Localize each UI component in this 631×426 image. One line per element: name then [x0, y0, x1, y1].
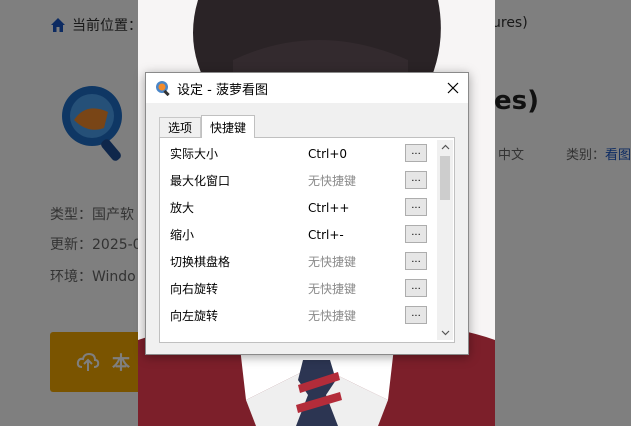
chevron-down-icon	[441, 330, 449, 336]
scroll-down-button[interactable]	[437, 326, 453, 340]
edit-shortcut-button[interactable]: ...	[405, 144, 427, 162]
chevron-up-icon	[441, 144, 449, 150]
settings-dialog: 设定 - 菠萝看图 选项 快捷键 实际大小 Ctrl+0 ... 最大化窗口 无…	[145, 72, 469, 355]
app-icon	[156, 81, 170, 96]
shortcut-value: 无快捷键	[308, 309, 357, 323]
close-button[interactable]	[438, 73, 468, 103]
action-name: 最大化窗口	[170, 174, 231, 188]
scroll-up-button[interactable]	[437, 140, 453, 154]
dialog-titlebar[interactable]: 设定 - 菠萝看图	[146, 73, 468, 103]
shortcut-value: 无快捷键	[308, 282, 357, 296]
shortcut-row-actual-size[interactable]: 实际大小 Ctrl+0 ...	[162, 140, 436, 167]
shortcut-value: Ctrl+-	[308, 227, 344, 242]
action-name: 向左旋转	[170, 309, 219, 323]
action-name: 放大	[170, 201, 195, 215]
close-icon	[447, 82, 459, 94]
scrollbar-thumb[interactable]	[440, 156, 450, 200]
shortcut-value: 无快捷键	[308, 255, 357, 269]
action-name: 实际大小	[170, 147, 219, 161]
edit-shortcut-button[interactable]: ...	[405, 252, 427, 270]
tab-bar: 选项 快捷键	[159, 115, 256, 138]
dialog-title: 设定 - 菠萝看图	[177, 82, 268, 98]
shortcut-value: Ctrl++	[308, 200, 350, 215]
edit-shortcut-button[interactable]: ...	[405, 279, 427, 297]
shortcut-list[interactable]: 实际大小 Ctrl+0 ... 最大化窗口 无快捷键 ... 放大 Ctrl++…	[162, 140, 436, 340]
shortcut-value: 无快捷键	[308, 174, 357, 188]
vertical-scrollbar[interactable]	[437, 140, 453, 340]
edit-shortcut-button[interactable]: ...	[405, 171, 427, 189]
edit-shortcut-button[interactable]: ...	[405, 225, 427, 243]
edit-shortcut-button[interactable]: ...	[405, 306, 427, 324]
shortcut-row-maximize[interactable]: 最大化窗口 无快捷键 ...	[162, 167, 436, 194]
action-name: 切换棋盘格	[170, 255, 231, 269]
tab-shortcuts[interactable]: 快捷键	[201, 115, 256, 138]
shortcut-row-rotate-left[interactable]: 向左旋转 无快捷键 ...	[162, 302, 436, 329]
edit-shortcut-button[interactable]: ...	[405, 198, 427, 216]
shortcut-row-zoom-in[interactable]: 放大 Ctrl++ ...	[162, 194, 436, 221]
shortcut-row-checkerboard[interactable]: 切换棋盘格 无快捷键 ...	[162, 248, 436, 275]
shortcut-row-zoom-out[interactable]: 缩小 Ctrl+- ...	[162, 221, 436, 248]
shortcut-row-rotate-right[interactable]: 向右旋转 无快捷键 ...	[162, 275, 436, 302]
shortcut-panel: 实际大小 Ctrl+0 ... 最大化窗口 无快捷键 ... 放大 Ctrl++…	[159, 137, 455, 343]
action-name: 向右旋转	[170, 282, 219, 296]
action-name: 缩小	[170, 228, 195, 242]
tab-options[interactable]: 选项	[159, 117, 202, 137]
shortcut-value: Ctrl+0	[308, 146, 348, 161]
